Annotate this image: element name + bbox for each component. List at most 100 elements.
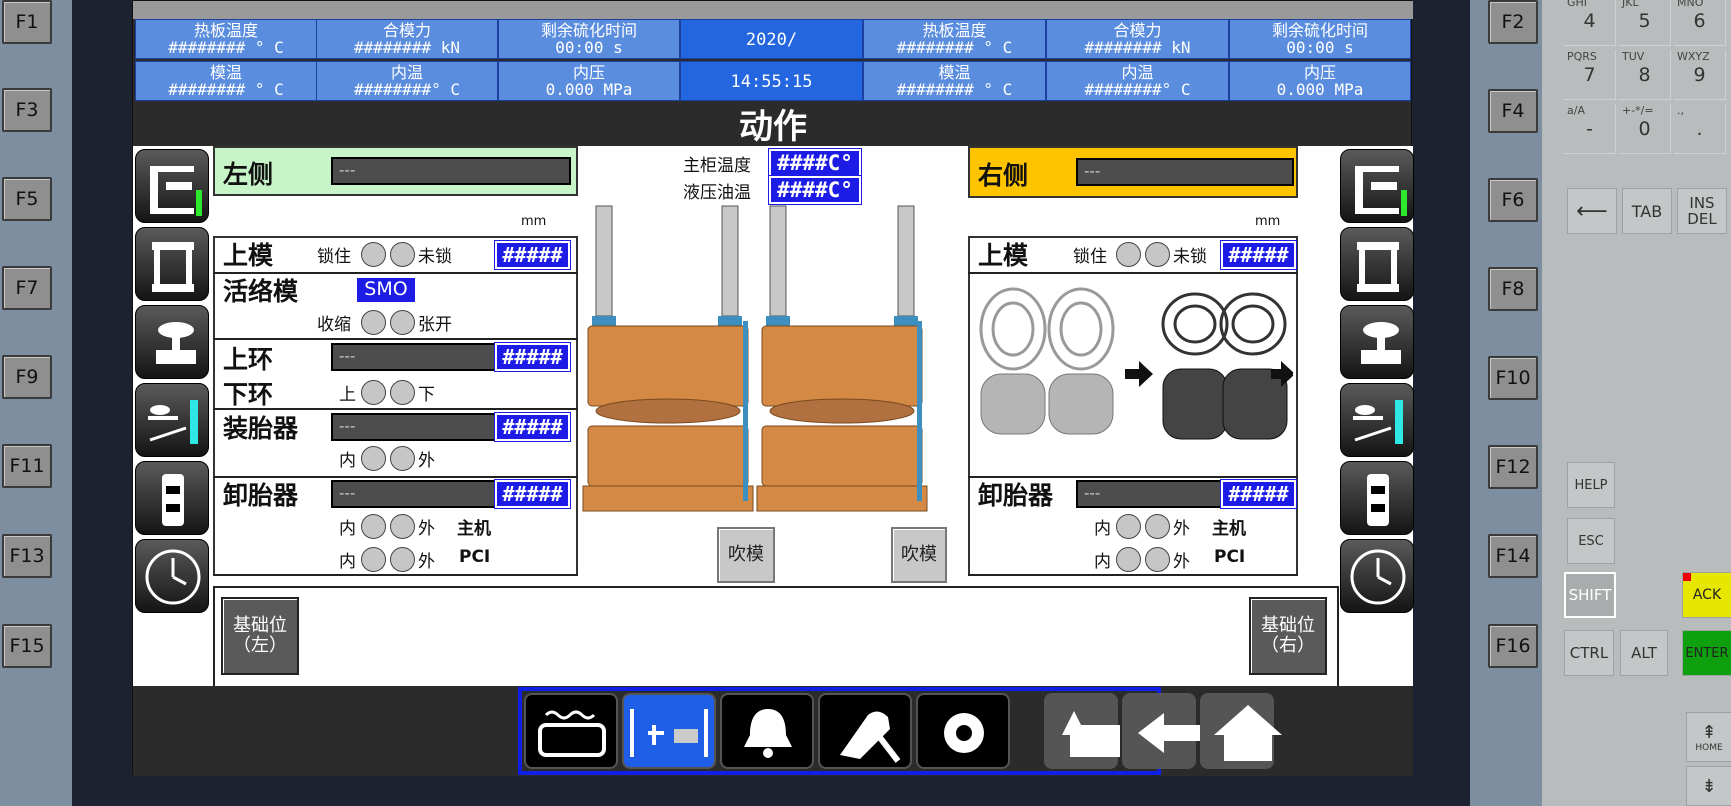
left-piston-button[interactable] [135,461,209,535]
function-key-f2[interactable]: F2 [1488,0,1538,44]
header-value: ######## ° C [896,80,1013,99]
header-value: ######## kN [1084,38,1191,57]
oil-temp-label: 液压油温 [683,183,751,203]
function-key-f8[interactable]: F8 [1488,267,1538,311]
page-down-key[interactable]: ⇟ [1686,766,1731,806]
maintenance-nav-button[interactable] [818,693,912,769]
up-label: 上 [339,385,356,405]
header-label: 合模力 [382,21,431,40]
home-key[interactable]: ⇞ HOME [1686,712,1731,762]
header-value: 00:00 s [555,38,623,57]
left-side-field[interactable]: --- [331,157,571,185]
back-arrow-nav-button[interactable] [1122,693,1202,769]
heater-nav-button[interactable] [524,693,618,769]
ack-key[interactable]: ACK [1682,572,1731,618]
function-key-f10[interactable]: F10 [1488,356,1538,400]
header-label: 模温 [938,63,971,82]
upper-ring-value: ##### [494,342,571,372]
shift-key[interactable]: SHIFT [1564,572,1616,618]
function-key-f6[interactable]: F6 [1488,178,1538,222]
function-key-f16[interactable]: F16 [1488,624,1538,668]
open-folder-nav-button[interactable] [1044,693,1120,769]
unlock-label: 未锁 [1173,247,1207,267]
base-position-right-button[interactable]: 基础位 （右） [1249,597,1327,675]
right-piston-button[interactable] [1340,461,1414,535]
unloader-field[interactable]: --- [1076,480,1224,508]
unloader-value: ##### [494,479,571,509]
home-nav-button[interactable] [1200,693,1282,769]
function-key-f1[interactable]: F1 [2,0,52,44]
unlock-label: 未锁 [418,247,452,267]
enter-key[interactable]: ENTER [1682,630,1731,676]
mold-press-icon [1355,166,1407,216]
keypad-key-6[interactable]: a/A - [1564,104,1616,154]
esc-key[interactable]: ESC [1567,518,1615,564]
left-press-frame-button[interactable] [135,227,209,301]
right-clock-button[interactable] [1340,539,1414,613]
tab-key[interactable]: TAB [1622,188,1672,234]
keypad-key-4[interactable]: TUV 8 [1619,50,1671,100]
function-key-f13[interactable]: F13 [2,534,52,578]
left-mold-press-button[interactable] [135,149,209,223]
help-key[interactable]: HELP [1567,462,1615,508]
mold-press-icon [150,166,202,216]
function-key-f9[interactable]: F9 [2,355,52,399]
upper-ring-field[interactable]: --- [331,343,496,371]
loader-field[interactable]: --- [331,413,496,441]
settings-gear-nav-button[interactable] [916,693,1010,769]
right-mold-press-button[interactable] [1340,149,1414,223]
key-main-label: 9 [1693,64,1706,86]
backspace-key[interactable]: ⟵ [1567,188,1617,234]
function-key-f7[interactable]: F7 [2,266,52,310]
key-main-label: 6 [1693,10,1706,32]
keypad-key-3[interactable]: PQRS 7 [1564,50,1616,100]
left-loader-arm-button[interactable] [135,383,209,457]
function-key-f14[interactable]: F14 [1488,534,1538,578]
header-label: 内温 [1121,63,1154,82]
mold-move-nav-button[interactable] [622,693,716,769]
loader-value: ##### [494,412,571,442]
blow-mold-right-button[interactable]: 吹模 [891,527,947,583]
keypad-key-2[interactable]: MNO 6 [1674,0,1726,46]
header-cell-row1-4: 热板温度 ######## ° C [863,19,1046,59]
key-main-label: 8 [1638,64,1651,86]
unlock-lamp [1145,242,1170,267]
blow-mold-left-button[interactable]: 吹模 [717,527,775,583]
left-clock-button[interactable] [135,539,209,613]
function-key-f4[interactable]: F4 [1488,89,1538,133]
keypad-key-8[interactable]: .,. [1674,104,1726,154]
up-lamp [361,380,386,405]
left-valve-button[interactable] [135,305,209,379]
keypad-key-1[interactable]: JKL 5 [1619,0,1671,46]
key-sub-label: MNO [1677,0,1704,9]
main-out-lamp [390,514,415,539]
keypad-key-5[interactable]: WXYZ 9 [1674,50,1726,100]
function-key-f5[interactable]: F5 [2,177,52,221]
function-key-f15[interactable]: F15 [2,624,52,668]
header-cell-row1-5: 合模力 ######## kN [1046,19,1229,59]
keypad-key-7[interactable]: +-*/= 0 [1619,104,1671,154]
alarm-bell-nav-button[interactable] [720,693,814,769]
header-cell-row2-0: 模温 ######## ° C [135,61,317,101]
ins-del-key[interactable]: INS DEL [1677,188,1727,234]
function-key-f11[interactable]: F11 [2,444,52,488]
function-key-f12[interactable]: F12 [1488,445,1538,489]
keypad-key-0[interactable]: GHI 4 [1564,0,1616,46]
right-side-field[interactable]: --- [1076,158,1294,186]
right-valve-button[interactable] [1340,305,1414,379]
unloader-field[interactable]: --- [331,480,496,508]
header-value: 0.000 MPa [545,80,633,99]
divider [213,586,1338,588]
ctrl-key[interactable]: CTRL [1564,630,1614,676]
header-cell-row2-1: 内温 ########° C [316,61,498,101]
top-strip [133,1,1413,19]
base-position-left-button[interactable]: 基础位 （左） [221,597,299,675]
alt-key[interactable]: ALT [1620,630,1668,676]
function-key-f3[interactable]: F3 [2,88,52,132]
right-press-frame-button[interactable] [1340,227,1414,301]
smo-badge[interactable]: SMO [357,278,415,302]
loader-arm-icon [148,400,198,444]
key-main-label: 4 [1583,10,1596,32]
header-value: ########° C [1084,80,1191,99]
right-loader-arm-button[interactable] [1340,383,1414,457]
